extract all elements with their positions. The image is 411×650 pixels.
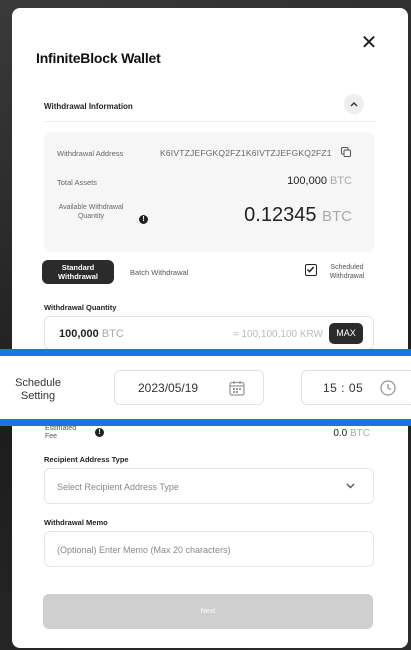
schedule-setting-row: Schedule Setting 2023/05/19 15 : 05 bbox=[0, 349, 411, 426]
total-assets-value: 100,000 BTC bbox=[287, 175, 352, 187]
clock-icon[interactable] bbox=[379, 379, 397, 397]
memo-input[interactable]: (Optional) Enter Memo (Max 20 characters… bbox=[44, 531, 374, 567]
fee-amount: 0.0 bbox=[333, 428, 348, 439]
quantity-input[interactable]: 100,000 BTC ≈ 100,100,100 KRW MAX bbox=[44, 316, 374, 350]
schedule-date-input[interactable]: 2023/05/19 bbox=[114, 370, 264, 405]
quantity-unit: BTC bbox=[101, 328, 124, 340]
total-assets-amount: 100,000 bbox=[287, 175, 327, 187]
memo-placeholder: (Optional) Enter Memo (Max 20 characters… bbox=[57, 545, 231, 555]
recipient-type-placeholder: Select Recipient Address Type bbox=[57, 482, 179, 492]
scheduled-withdrawal-checkbox[interactable] bbox=[305, 264, 317, 276]
withdrawal-modal: ✕ InfiniteBlock Wallet Withdrawal Inform… bbox=[12, 8, 408, 648]
address-value: K6IVTZJEFGKQ2FZ1K6IVTZJEFGKQ2FZ1 bbox=[160, 148, 332, 158]
total-assets-unit: BTC bbox=[330, 175, 352, 187]
fee-label: Estimated Fee bbox=[45, 425, 77, 440]
info-alert-icon[interactable]: ! bbox=[139, 215, 148, 224]
available-unit: BTC bbox=[322, 208, 352, 225]
recipient-type-label: Recipient Address Type bbox=[44, 455, 129, 464]
chevron-up-icon[interactable] bbox=[344, 94, 364, 114]
quantity-label: Withdrawal Quantity bbox=[44, 303, 117, 312]
scheduled-withdrawal-label: Scheduled Withdrawal bbox=[329, 264, 365, 280]
quantity-amount: 100,000 bbox=[59, 328, 99, 340]
withdrawal-info-panel: Withdrawal Address K6IVTZJEFGKQ2FZ1K6IVT… bbox=[44, 132, 374, 252]
address-label: Withdrawal Address bbox=[57, 149, 124, 158]
calendar-icon[interactable] bbox=[228, 379, 246, 397]
modal-title: InfiniteBlock Wallet bbox=[36, 50, 161, 66]
schedule-time-value: 15 : 05 bbox=[323, 381, 364, 395]
close-icon[interactable]: ✕ bbox=[360, 33, 378, 53]
available-quantity-label: Available Withdrawal Quantity bbox=[58, 204, 124, 220]
recipient-type-select[interactable]: Select Recipient Address Type bbox=[44, 468, 374, 504]
tab-standard-withdrawal[interactable]: Standard Withdrawal bbox=[42, 260, 114, 284]
max-button[interactable]: MAX bbox=[329, 323, 363, 344]
tab-batch-withdrawal[interactable]: Batch Withdrawal bbox=[130, 268, 188, 277]
memo-label: Withdrawal Memo bbox=[44, 518, 108, 527]
available-amount: 0.12345 bbox=[244, 204, 317, 226]
fee-alert-icon[interactable]: ! bbox=[95, 428, 104, 437]
copy-icon[interactable] bbox=[340, 146, 352, 158]
schedule-time-input[interactable]: 15 : 05 bbox=[301, 370, 411, 405]
schedule-date-value: 2023/05/19 bbox=[138, 381, 199, 395]
next-button[interactable]: Next bbox=[43, 594, 373, 629]
schedule-label: Schedule Setting bbox=[15, 377, 61, 402]
withdrawal-info-header[interactable]: Withdrawal Information bbox=[44, 94, 376, 122]
chevron-down-icon bbox=[346, 483, 355, 489]
quantity-value: 100,000 BTC bbox=[59, 328, 124, 340]
available-quantity-value: 0.12345 BTC bbox=[244, 204, 352, 227]
quantity-conversion: ≈ 100,100,100 KRW bbox=[233, 329, 323, 340]
fee-value: 0.0 BTC bbox=[333, 428, 370, 439]
section-title: Withdrawal Information bbox=[44, 102, 133, 111]
total-assets-label: Total Assets bbox=[57, 178, 98, 187]
fee-unit: BTC bbox=[350, 428, 370, 439]
